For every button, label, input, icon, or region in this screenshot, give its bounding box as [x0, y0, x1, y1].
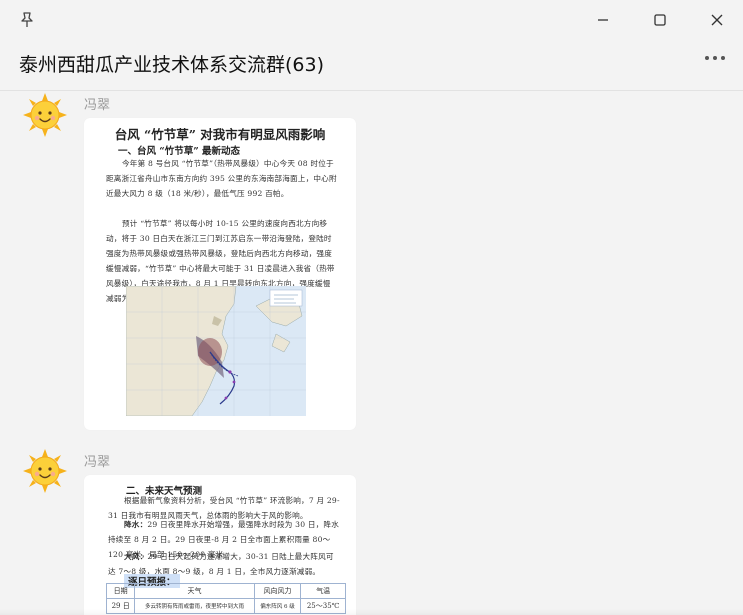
- sun-avatar-icon[interactable]: [23, 449, 67, 493]
- table-header: 天气: [134, 583, 255, 599]
- sender-name: 冯翠: [84, 98, 111, 113]
- chat-header: 泰州西甜瓜产业技术体系交流群(63): [0, 40, 743, 88]
- table-header: 日期: [105, 583, 136, 599]
- minimize-icon[interactable]: [593, 10, 613, 30]
- sun-avatar-icon[interactable]: [23, 93, 67, 137]
- doc-paragraph: 今年第 8 号台风 “竹节草”（热带风暴级）中心今天 08 时位于距离浙江省舟山…: [106, 159, 337, 198]
- close-icon[interactable]: [707, 10, 727, 30]
- table-header: 气温: [300, 583, 346, 599]
- sender-name: 冯翠: [84, 455, 111, 470]
- title-bar: [0, 0, 743, 40]
- wind-label: 大风：: [124, 552, 148, 561]
- maximize-icon[interactable]: [650, 10, 670, 30]
- rain-label: 降水：: [124, 520, 148, 529]
- image-message[interactable]: 二、未来天气预测 根据最新气象资料分析，受台风 “竹节草” 环流影响，7 月 2…: [84, 475, 356, 615]
- typhoon-track-map: [125, 285, 306, 417]
- chat-title: 泰州西甜瓜产业技术体系交流群(63): [19, 54, 325, 76]
- doc-title: 台风 “竹节草” 对我市有明显风雨影响: [114, 127, 326, 142]
- doc-section-heading: 一、台风 “竹节草” 最新动态: [118, 146, 241, 157]
- more-icon[interactable]: [705, 56, 725, 60]
- feed-bottom-shade: [0, 609, 743, 615]
- pin-icon[interactable]: [18, 11, 36, 29]
- message-feed[interactable]: 冯翠 台风 “竹节草” 对我市有明显风雨影响 一、台风 “竹节草” 最新动态 今…: [0, 91, 743, 615]
- table-header: 风向风力: [253, 583, 302, 599]
- image-message[interactable]: 台风 “竹节草” 对我市有明显风雨影响 一、台风 “竹节草” 最新动态 今年第 …: [84, 118, 356, 430]
